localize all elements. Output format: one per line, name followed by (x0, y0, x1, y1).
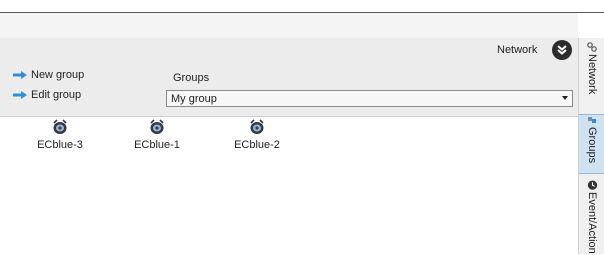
edit-group-label: Edit group (31, 89, 82, 101)
chevron-down-icon (557, 45, 567, 55)
event-icon (587, 180, 597, 190)
groups-label: Groups (173, 72, 210, 84)
new-group-label: New group (31, 69, 85, 81)
tab-groups-label: Groups (586, 127, 598, 164)
device-name: ECblue-3 (37, 139, 83, 151)
edit-group-button[interactable]: Edit group (13, 89, 81, 101)
group-select[interactable]: My group (166, 90, 573, 107)
device-name: ECblue-2 (234, 139, 280, 151)
tab-network[interactable]: Network (579, 42, 604, 102)
ecblue-device-icon (148, 118, 166, 136)
tab-event-action[interactable]: Event/Action (579, 180, 604, 254)
tab-network-label: Network (586, 54, 598, 95)
header-spacer (0, 13, 578, 38)
arrow-right-icon (13, 91, 27, 99)
arrow-right-icon (13, 71, 27, 79)
group-select-value: My group (171, 92, 217, 105)
ecblue-device-icon (51, 118, 69, 136)
device-item[interactable]: ECblue-3 (25, 118, 95, 152)
tab-event-action-label: Event/Action (586, 192, 598, 254)
device-item[interactable]: ECblue-1 (122, 118, 192, 152)
groups-icon (588, 117, 596, 123)
network-label: Network (497, 44, 538, 56)
window-top-strip (0, 0, 604, 12)
tab-groups[interactable]: Groups (579, 114, 604, 174)
device-name: ECblue-1 (134, 139, 180, 151)
device-item[interactable]: ECblue-2 (222, 118, 292, 152)
ecblue-device-icon (248, 118, 266, 136)
side-tab-bar: Network Groups Event/Action (578, 38, 604, 254)
new-group-button[interactable]: New group (13, 69, 84, 81)
network-collapse-button[interactable] (552, 40, 572, 60)
dropdown-caret-icon (562, 96, 568, 100)
network-icon (587, 42, 597, 52)
